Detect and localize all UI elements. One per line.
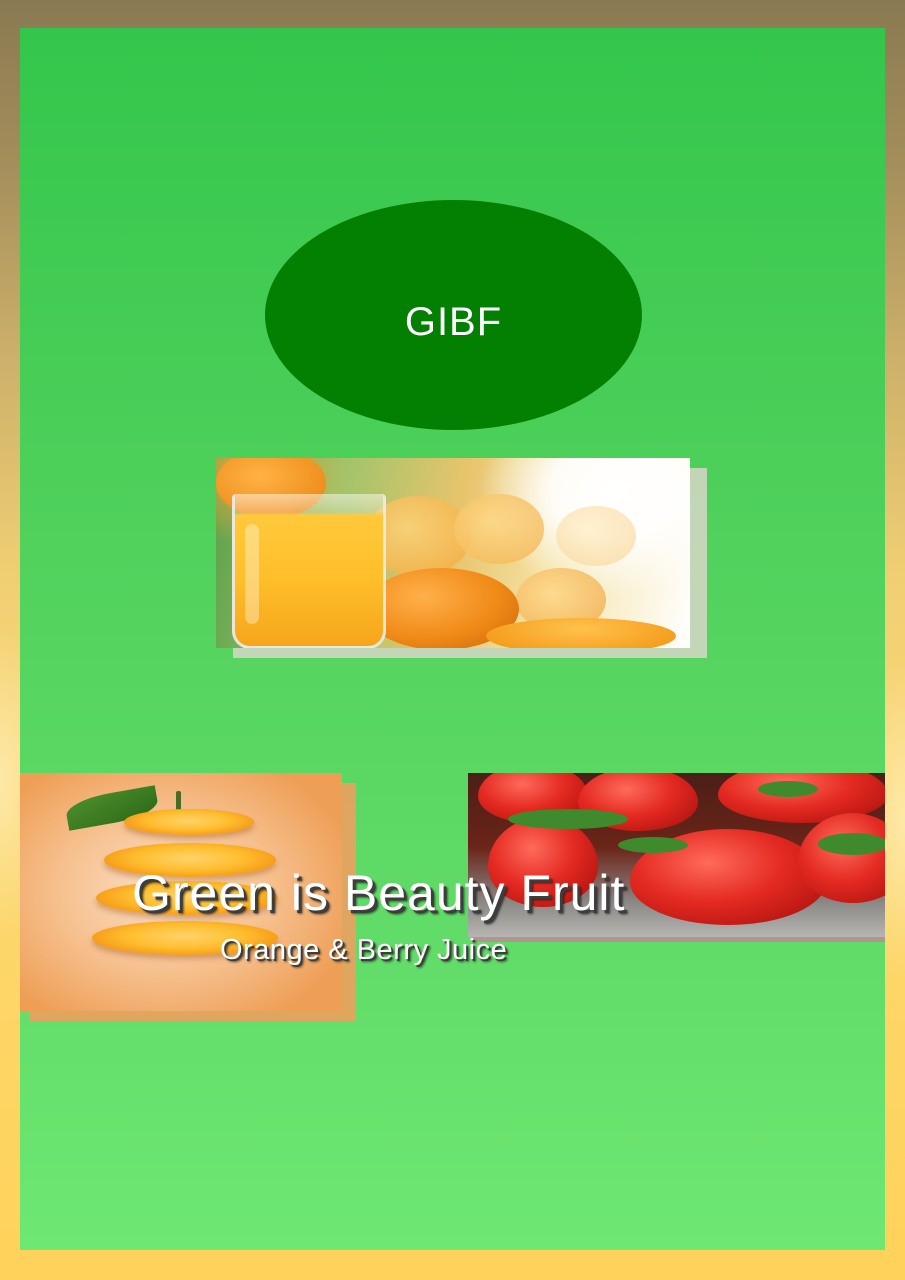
brand-logo: GIBF (265, 200, 642, 430)
poster-panel: GIBF Green is Beauty Fruit Orange & Berr… (20, 28, 885, 1250)
orange-juice-glass-photo (216, 458, 690, 648)
brand-logo-text: GIBF (404, 299, 503, 344)
juice-glass (232, 494, 386, 648)
headline-title: Green is Beauty Fruit (132, 865, 626, 921)
headline-subtitle: Orange & Berry Juice (220, 934, 508, 966)
